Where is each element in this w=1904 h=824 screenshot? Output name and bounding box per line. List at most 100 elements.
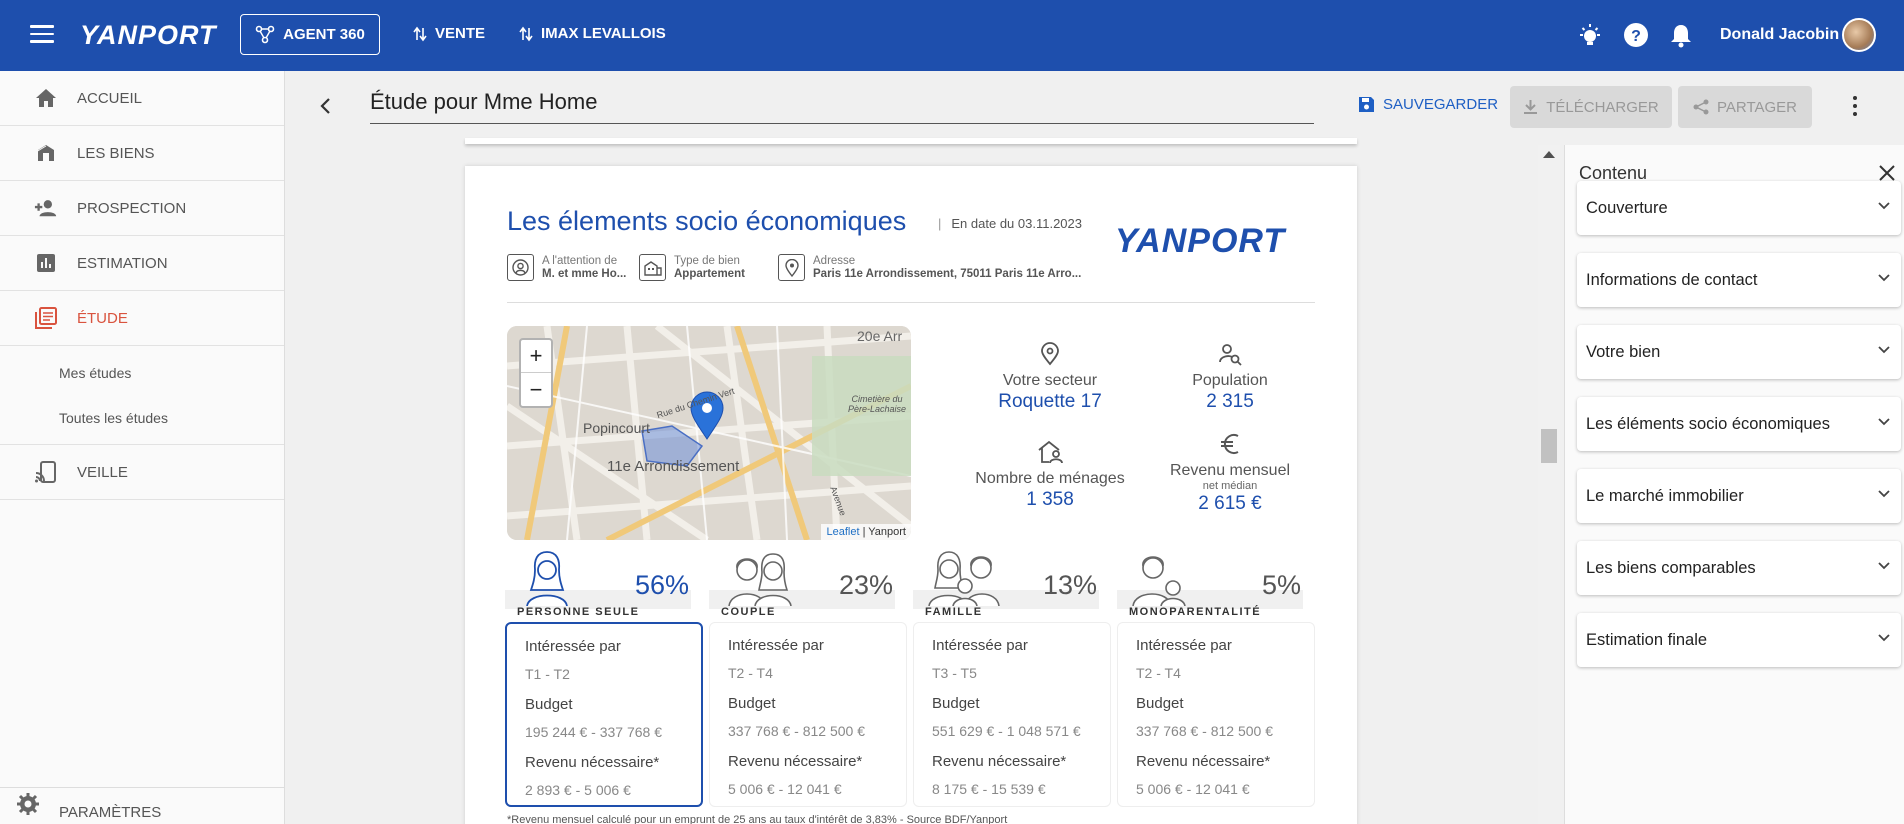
interest-value: T3 - T5: [932, 665, 977, 681]
address-key: Adresse: [813, 254, 856, 267]
population-label: Population: [1192, 372, 1268, 389]
stat-sector: Votre secteur Roquette 17: [965, 340, 1135, 413]
download-icon: [1524, 100, 1538, 114]
swap-vertical-icon: [519, 26, 533, 41]
home-icon: [34, 86, 58, 110]
help-icon[interactable]: ?: [1623, 22, 1649, 48]
stat-households: Nombre de ménages 1 358: [955, 438, 1145, 511]
interest-label: Intéressée par: [728, 637, 824, 654]
income-needed-value: 5 006 € - 12 041 €: [1136, 781, 1250, 797]
svg-text:?: ?: [1631, 28, 1641, 45]
map-label-11e: 11e Arrondissement: [607, 458, 740, 475]
page-date: En date du 03.11.2023: [938, 216, 1082, 231]
household-percent: 23%: [838, 570, 893, 600]
top-bar: YANPORT AGENT 360 VENTE IMAX LEVALLOIS ?…: [0, 0, 1904, 71]
sidebar-item-accueil[interactable]: ACCUEIL: [0, 71, 284, 126]
download-button[interactable]: TÉLÉCHARGER: [1510, 86, 1672, 128]
content-panel: Contenu Couverture Informations de contac…: [1564, 145, 1904, 824]
imax-levallois-link[interactable]: IMAX LEVALLOIS: [519, 25, 666, 42]
income-label: Revenu mensuel: [1169, 462, 1291, 479]
study-title-input[interactable]: Étude pour Mme Home: [370, 84, 1314, 124]
accordion-section[interactable]: Votre bien: [1577, 325, 1901, 379]
page-title: Les élements socio économiques: [507, 206, 907, 236]
sidebar-item-etude[interactable]: ÉTUDE: [0, 291, 284, 346]
sidebar-item-veille[interactable]: VEILLE: [0, 445, 284, 500]
share-icon: [1693, 99, 1709, 115]
accordion-section[interactable]: Le marché immobilier: [1577, 469, 1901, 523]
chevron-down-icon: [1878, 274, 1890, 282]
income-needed-value: 5 006 € - 12 041 €: [728, 781, 842, 797]
share-button[interactable]: PARTAGER: [1678, 86, 1812, 128]
map-label-cemetery: Cimetière du Père-Lachaise: [847, 394, 907, 414]
swap-vertical-icon: [413, 26, 427, 41]
hamburger-menu-icon[interactable]: [30, 25, 54, 45]
accordion-section[interactable]: Les biens comparables: [1577, 541, 1901, 595]
budget-value: 551 629 € - 1 048 571 €: [932, 723, 1081, 739]
income-needed-label: Revenu nécessaire*: [932, 753, 1067, 770]
sidebar-sub-toutes-les-etudes[interactable]: Toutes les études: [0, 395, 284, 440]
income-needed-label: Revenu nécessaire*: [525, 754, 660, 771]
interest-label: Intéressée par: [932, 637, 1028, 654]
chevron-down-icon: [1878, 490, 1890, 498]
euro-icon: [1155, 430, 1305, 458]
attribution-text: | Yanport: [862, 526, 906, 538]
vente-link[interactable]: VENTE: [413, 25, 485, 42]
user-name[interactable]: Donald Jacobin: [1720, 26, 1839, 44]
person-add-icon: [34, 196, 58, 220]
type-value: Appartement: [674, 267, 745, 280]
back-arrow-icon[interactable]: [318, 96, 334, 116]
scroll-up-arrow-icon[interactable]: [1543, 151, 1555, 158]
user-circle-icon: [507, 254, 534, 281]
accordion-section[interactable]: Informations de contact: [1577, 253, 1901, 307]
meta-type: Type de bien Appartement: [639, 254, 745, 281]
sidebar-item-parametres[interactable]: PARAMÈTRES: [0, 787, 285, 824]
accordion-section[interactable]: Couverture: [1577, 181, 1901, 235]
zoom-in-button[interactable]: +: [521, 340, 551, 373]
close-icon[interactable]: [1878, 164, 1896, 182]
households-label: Nombre de ménages: [975, 470, 1125, 487]
interest-value: T1 - T2: [525, 666, 570, 682]
app-logo[interactable]: YANPORT: [80, 20, 217, 51]
household-name: FAMILLE: [925, 606, 983, 618]
sidebar-item-estimation[interactable]: ESTIMATION: [0, 236, 284, 291]
accordion-label: Les éléments socio économiques: [1586, 414, 1830, 433]
budget-value: 337 768 € - 812 500 €: [1136, 723, 1274, 739]
sidebar-item-prospection[interactable]: PROSPECTION: [0, 181, 284, 236]
income-needed-label: Revenu nécessaire*: [1136, 753, 1271, 770]
cast-icon: [34, 460, 58, 484]
save-button[interactable]: SAUVEGARDER: [1358, 96, 1498, 113]
accordion-label: Les biens comparables: [1586, 558, 1756, 577]
population-value: 2 315: [1206, 391, 1254, 412]
lightbulb-icon[interactable]: [1577, 22, 1603, 48]
accordion-label: Le marché immobilier: [1586, 486, 1744, 505]
sidebar-item-label: PARAMÈTRES: [59, 804, 162, 821]
document-scrollbar[interactable]: [1538, 145, 1560, 824]
sector-map[interactable]: 20e Arr Popincourt Rue du Chemin Vert Ci…: [507, 326, 911, 540]
more-vertical-icon[interactable]: [1852, 96, 1858, 116]
leaflet-link[interactable]: Leaflet: [826, 526, 859, 538]
type-key: Type de bien: [674, 254, 740, 267]
population-search-icon: [1155, 340, 1305, 368]
previous-page-edge: [465, 138, 1357, 144]
sector-label: Votre secteur: [1002, 372, 1098, 389]
accordion-section[interactable]: Les éléments socio économiques: [1577, 397, 1901, 451]
sidebar-sub-mes-etudes[interactable]: Mes études: [0, 350, 284, 395]
agent-360-button[interactable]: AGENT 360: [240, 14, 380, 55]
meta-attention: A l'attention de M. et mme Ho...: [507, 254, 626, 281]
map-label-20e: 20e Arr: [857, 328, 903, 344]
imax-levallois-label: IMAX LEVALLOIS: [541, 25, 666, 42]
accordion-section[interactable]: Estimation finale: [1577, 613, 1901, 667]
address-value: Paris 11e Arrondissement, 75011 Paris 11…: [813, 267, 1082, 280]
chevron-down-icon: [1878, 346, 1890, 354]
sidebar-item-les-biens[interactable]: LES BIENS: [0, 126, 284, 181]
household-details: Intéressée par T3 - T5 Budget 551 629 € …: [913, 622, 1111, 807]
income-needed-label: Revenu nécessaire*: [728, 753, 863, 770]
scroll-thumb[interactable]: [1541, 429, 1557, 463]
notifications-bell-icon[interactable]: [1668, 22, 1694, 48]
vente-label: VENTE: [435, 25, 486, 42]
user-avatar[interactable]: [1842, 18, 1876, 52]
zoom-out-button[interactable]: −: [521, 373, 551, 406]
share-label: PARTAGER: [1716, 98, 1798, 116]
accordion-label: Couverture: [1586, 198, 1668, 217]
sidebar-item-label: ÉTUDE: [77, 309, 128, 327]
